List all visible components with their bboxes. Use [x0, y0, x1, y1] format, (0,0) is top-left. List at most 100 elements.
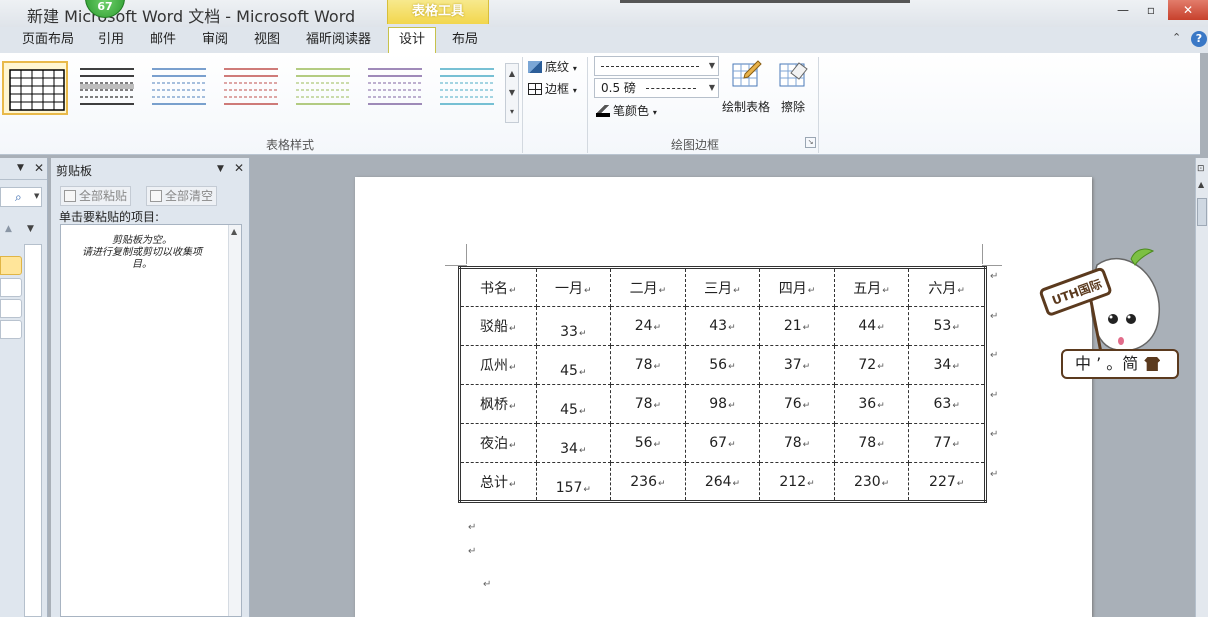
close-icon[interactable]: ✕ [34, 161, 44, 175]
draw-borders-group-label: 绘图边框 [670, 138, 719, 152]
help-icon[interactable]: ? [1191, 31, 1207, 47]
table-cell[interactable]: 56↵ [684, 345, 761, 385]
line-weight-dropdown[interactable]: 0.5 磅 ▼ [594, 78, 719, 98]
table-cell[interactable]: 24↵ [610, 306, 686, 346]
table-style-2[interactable] [146, 61, 212, 115]
table-cell[interactable]: 227↵ [908, 462, 986, 502]
table-cell[interactable]: 二月↵ [610, 267, 686, 307]
table-cell[interactable]: 44↵ [833, 306, 910, 346]
table-style-1[interactable] [74, 61, 140, 115]
table-cell[interactable]: 56↵ [610, 423, 686, 463]
table-cell[interactable]: 230↵ [833, 462, 910, 502]
tab-mailings[interactable]: 邮件 [150, 30, 176, 53]
table-cell[interactable]: 98↵ [684, 384, 761, 424]
line-style-preview [601, 66, 699, 67]
table-cell[interactable]: 77↵ [908, 423, 986, 463]
tab-layout[interactable]: 布局 [452, 30, 478, 53]
group-divider [587, 57, 588, 153]
table-cell[interactable]: 45↵ [535, 345, 612, 385]
row-label-cell[interactable]: 驳船↵ [459, 306, 537, 346]
row-label-cell[interactable]: 枫桥↵ [459, 384, 537, 424]
arrow-up-icon[interactable]: ▲ [5, 224, 12, 234]
row-label-cell[interactable]: 总计↵ [459, 462, 537, 502]
row-label-cell[interactable]: 书名↵ [459, 267, 537, 307]
close-button[interactable]: ✕ [1168, 0, 1208, 20]
eraser-button[interactable]: 擦除 [777, 59, 809, 115]
table-cell[interactable]: 53↵ [908, 306, 986, 346]
pen-color-button[interactable]: 笔颜色 ▾ [596, 102, 657, 119]
table-cell[interactable]: 四月↵ [759, 267, 835, 307]
row-label-cell[interactable]: 夜泊↵ [459, 423, 537, 463]
table-row: 瓜州↵ 45↵ 78↵ 56↵ 37↵ 72↵ 34↵ [459, 345, 986, 385]
tab-references[interactable]: 引用 [98, 30, 124, 53]
document-page[interactable]: 书名↵ 一月↵ 二月↵ 三月↵ 四月↵ 五月↵ 六月↵ 驳船↵ 33↵ 24↵ 43↵ 21↵ 44↵ 5… [355, 177, 1092, 617]
table-cell[interactable]: 63↵ [908, 384, 986, 424]
table-cell[interactable]: 67↵ [684, 423, 761, 463]
tab-foxit-reader[interactable]: 福昕阅读器 [306, 30, 371, 53]
table-cell[interactable]: 157↵ [535, 462, 612, 502]
table-cell[interactable]: 一月↵ [535, 267, 612, 307]
table-style-5[interactable] [362, 61, 428, 115]
minimize-button[interactable]: — [1110, 0, 1136, 20]
table-cell[interactable]: 五月↵ [833, 267, 910, 307]
table-cell[interactable]: 78↵ [833, 423, 910, 463]
chevron-down-icon[interactable]: ▼ [217, 164, 224, 174]
navigation-item[interactable] [0, 320, 22, 339]
tab-view[interactable]: 视图 [254, 30, 280, 53]
table-cell[interactable]: 78↵ [610, 384, 686, 424]
table-style-4[interactable] [290, 61, 356, 115]
arrow-up-icon[interactable]: ▲ [1198, 180, 1204, 189]
dialog-launcher-icon[interactable]: ↘ [805, 137, 816, 148]
arrow-down-icon[interactable]: ▼ [27, 224, 34, 234]
table-cell[interactable]: 72↵ [833, 345, 910, 385]
table-cell[interactable]: 78↵ [610, 345, 686, 385]
data-table[interactable]: 书名↵ 一月↵ 二月↵ 三月↵ 四月↵ 五月↵ 六月↵ 驳船↵ 33↵ 24↵ 43↵ 21↵ 44↵ 5… [458, 266, 987, 503]
tab-review[interactable]: 审阅 [202, 30, 228, 53]
table-style-3[interactable] [218, 61, 284, 115]
row-label-cell[interactable]: 瓜州↵ [459, 345, 537, 385]
table-style-6[interactable] [434, 61, 500, 115]
close-icon[interactable]: ✕ [234, 161, 244, 175]
clipboard-items-list[interactable]: 剪贴板为空。 请进行复制或剪切以收集项 目。 ▲ [60, 224, 242, 617]
borders-button[interactable]: 边框 ▾ [528, 80, 577, 97]
line-style-dropdown[interactable]: ▼ [594, 56, 719, 76]
table-cell[interactable]: 212↵ [759, 462, 835, 502]
scrollbar-thumb[interactable] [1197, 198, 1207, 226]
table-cell[interactable]: 264↵ [684, 462, 761, 502]
cell-text: 24 [634, 318, 653, 334]
table-cell[interactable]: 236↵ [610, 462, 686, 502]
table-cell[interactable]: 21↵ [759, 306, 835, 346]
table-cell[interactable]: 43↵ [684, 306, 761, 346]
draw-table-button[interactable]: 绘制表格 [722, 59, 770, 115]
clear-all-button[interactable]: 全部清空 [146, 186, 218, 206]
paste-all-button[interactable]: 全部粘贴 [60, 186, 132, 206]
table-cell[interactable]: 六月↵ [908, 267, 986, 307]
tab-design[interactable]: 设计 [388, 27, 437, 54]
line-weight-preview [645, 88, 696, 89]
table-cell[interactable]: 37↵ [759, 345, 835, 385]
table-cell[interactable]: 36↵ [833, 384, 910, 424]
cell-end-mark: ↵ [509, 402, 517, 412]
table-cell[interactable]: 34↵ [908, 345, 986, 385]
table-cell[interactable]: 45↵ [535, 384, 612, 424]
tab-page-layout[interactable]: 页面布局 [22, 30, 74, 53]
navigation-item[interactable] [0, 278, 22, 297]
ruler-toggle-icon[interactable]: ⊡ [1197, 164, 1205, 174]
gallery-scrollbar[interactable]: ▲ ▼ ▾ [505, 63, 519, 123]
navigation-item[interactable] [0, 299, 22, 318]
table-cell[interactable]: 33↵ [535, 306, 612, 346]
clipboard-scrollbar[interactable]: ▲ [228, 225, 241, 616]
table-cell[interactable]: 76↵ [759, 384, 835, 424]
vertical-scrollbar[interactable]: ⊡ ▲ [1195, 158, 1208, 617]
table-style-grid[interactable] [2, 61, 68, 115]
ime-toolbar[interactable]: 中 ’ 。简 [1061, 349, 1179, 379]
collapse-ribbon-icon[interactable]: ⌃ [1172, 31, 1181, 44]
search-input[interactable]: ⌕ ▼ [0, 187, 42, 207]
navigation-item[interactable] [0, 256, 22, 275]
shading-button[interactable]: 底纹 ▾ [528, 58, 577, 75]
chevron-down-icon[interactable]: ▼ [17, 163, 24, 173]
maximize-button[interactable]: ▫ [1138, 0, 1164, 20]
table-cell[interactable]: 78↵ [759, 423, 835, 463]
table-cell[interactable]: 34↵ [535, 423, 612, 463]
table-cell[interactable]: 三月↵ [684, 267, 761, 307]
